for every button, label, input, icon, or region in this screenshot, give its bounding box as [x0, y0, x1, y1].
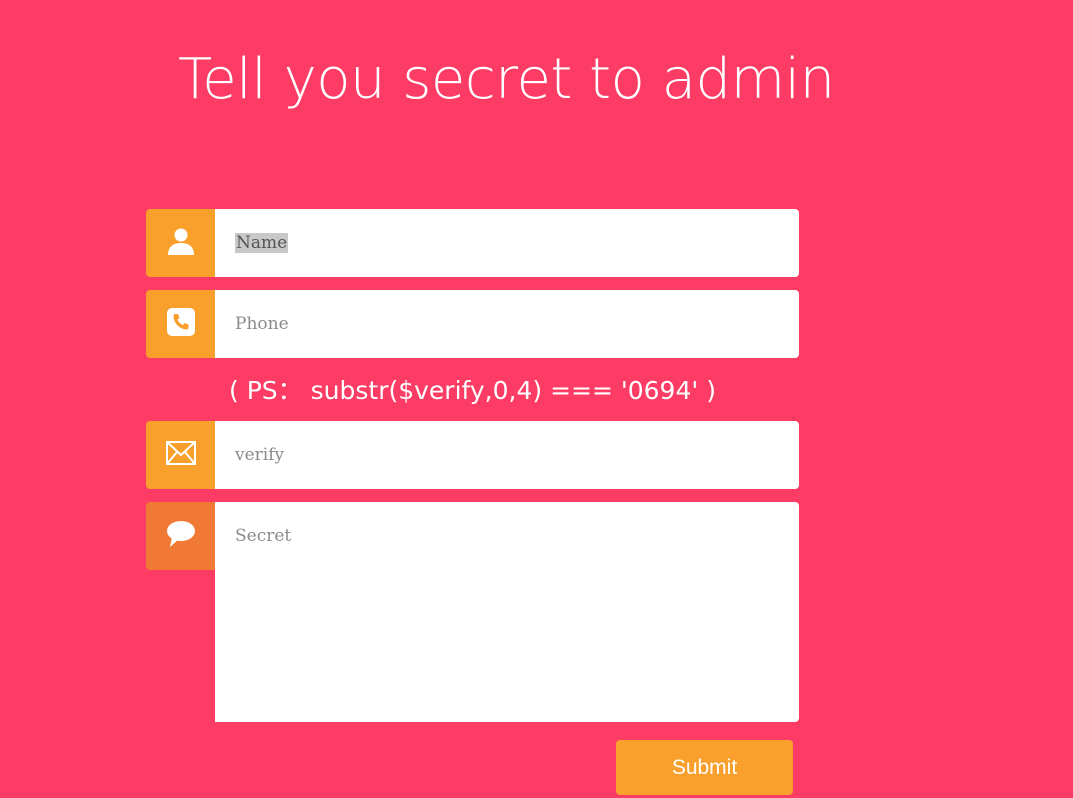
name-row: Name	[146, 209, 799, 277]
speech-bubble-icon	[166, 520, 196, 553]
verify-row	[146, 421, 799, 489]
verify-input[interactable]	[235, 445, 779, 465]
page-title: Tell you secret to admin	[178, 47, 835, 112]
phone-icon-box	[146, 290, 215, 358]
phone-row	[146, 290, 799, 358]
name-input[interactable]: Name	[235, 233, 289, 253]
secret-textarea[interactable]	[235, 526, 779, 716]
secret-row	[146, 502, 799, 722]
verify-icon-box	[146, 421, 215, 489]
secret-icon-box	[146, 502, 215, 570]
submit-button[interactable]: Submit	[616, 740, 793, 795]
verify-field[interactable]	[215, 421, 799, 489]
page: Tell you secret to admin Name Phone (PS…	[0, 0, 1073, 798]
verify-hint: ( PS： substr($verify,0,4) === '0694' )	[229, 376, 716, 405]
secret-field[interactable]	[215, 502, 799, 722]
user-icon	[166, 226, 196, 261]
name-field[interactable]: Name	[215, 209, 799, 277]
phone-field[interactable]	[215, 290, 799, 358]
envelope-icon	[165, 440, 196, 470]
phone-icon	[166, 307, 195, 341]
phone-input[interactable]	[235, 314, 779, 334]
name-icon-box	[146, 209, 215, 277]
